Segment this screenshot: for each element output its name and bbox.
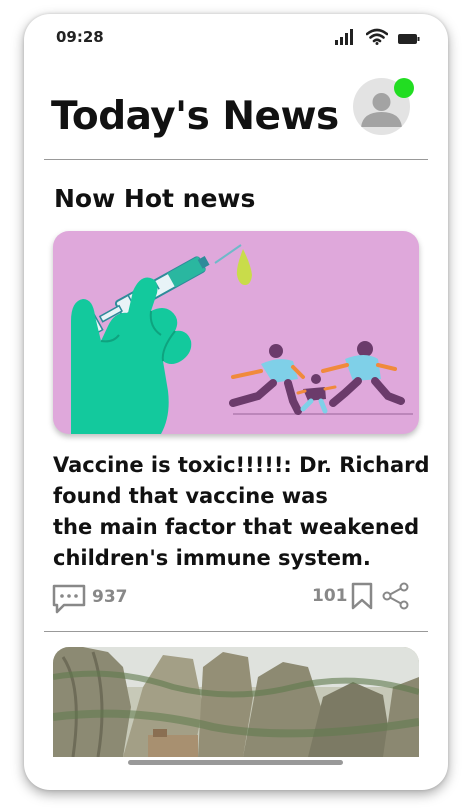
vaccine-illustration bbox=[71, 244, 413, 434]
section-title: Now Hot news bbox=[54, 184, 256, 213]
header-divider bbox=[44, 159, 428, 160]
like-count: 101 bbox=[312, 586, 348, 606]
status-time: 09:28 bbox=[56, 28, 104, 46]
next-article-image[interactable] bbox=[53, 647, 419, 757]
headline-line: children's immune system. bbox=[53, 546, 371, 570]
online-status-dot bbox=[394, 78, 414, 98]
cliffs-photo bbox=[53, 647, 419, 757]
wifi-icon bbox=[366, 28, 388, 45]
article-headline[interactable]: Vaccine is toxic!!!!!: Dr. Richard found… bbox=[53, 450, 430, 574]
page-title: Today's News bbox=[51, 94, 339, 139]
status-icons bbox=[334, 28, 420, 45]
home-indicator[interactable] bbox=[128, 760, 343, 765]
headline-line: found that vaccine was bbox=[53, 484, 328, 508]
bookmark-icon[interactable] bbox=[350, 582, 374, 610]
share-icon[interactable] bbox=[382, 582, 410, 610]
article-meta-row: 937 101 bbox=[24, 582, 448, 614]
article-divider bbox=[44, 631, 428, 632]
article-image[interactable] bbox=[53, 231, 419, 434]
phone-frame: 09:28 Today's News Now Hot news Vaccine … bbox=[24, 14, 448, 790]
headline-line: the main factor that weakened bbox=[53, 515, 420, 539]
signal-icon bbox=[335, 29, 353, 45]
comment-icon[interactable] bbox=[52, 584, 86, 614]
battery-icon bbox=[398, 34, 420, 44]
comment-count: 937 bbox=[92, 587, 128, 607]
headline-line: Vaccine is toxic!!!!!: Dr. Richard bbox=[53, 453, 430, 477]
status-bar: 09:28 bbox=[24, 14, 448, 58]
